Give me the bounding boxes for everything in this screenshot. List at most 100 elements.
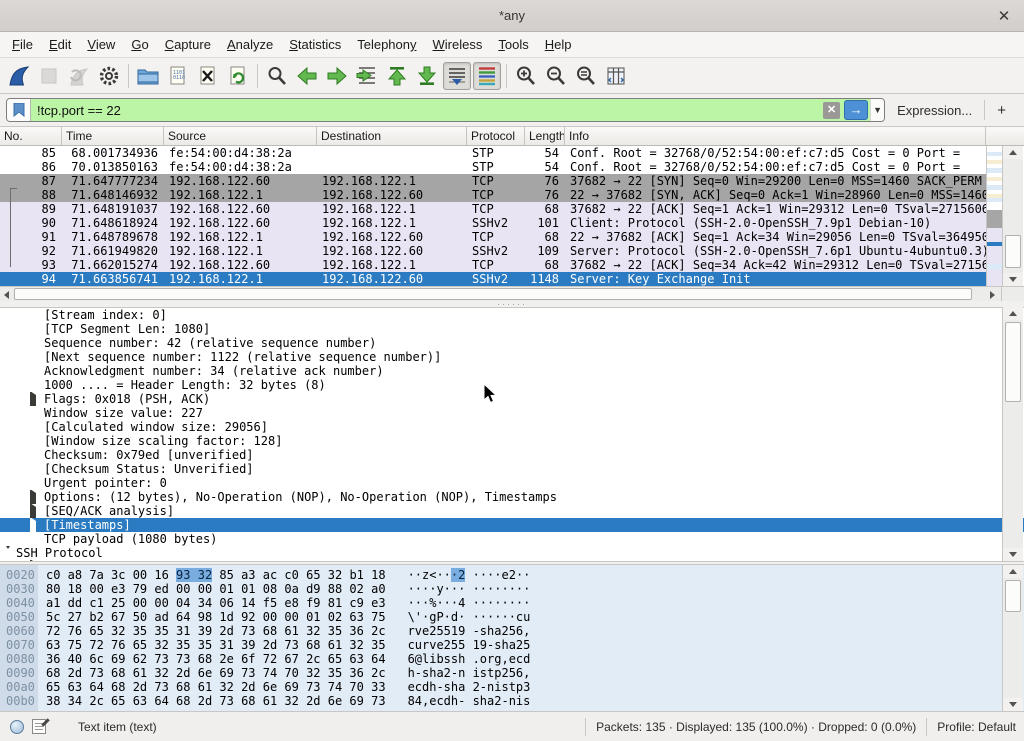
scroll-down-icon[interactable] <box>1003 273 1023 286</box>
packet-row-87[interactable]: 8771.647777234192.168.122.60192.168.122.… <box>0 174 986 188</box>
detail-row[interactable]: [Timestamps] <box>0 518 1024 532</box>
start-capture-icon[interactable] <box>5 62 33 90</box>
expander-closed-icon[interactable] <box>30 395 36 406</box>
menu-help[interactable]: Help <box>537 34 580 55</box>
detail-row[interactable]: Options: (12 bytes), No-Operation (NOP),… <box>0 490 1024 504</box>
hex-vscrollbar[interactable] <box>1002 565 1023 711</box>
packet-list-hscroll-thumb[interactable] <box>14 288 972 300</box>
column-header-destination[interactable]: Destination <box>317 127 467 145</box>
zoom-in-icon[interactable] <box>512 62 540 90</box>
hex-bytes[interactable]: 5c 27 b2 67 50 ad 64 98 1d 92 00 00 01 0… <box>46 610 386 624</box>
hex-ascii[interactable]: curve255 19-sha25 <box>408 638 531 652</box>
packet-row-85[interactable]: 8568.001734936fe:54:00:d4:38:2aSTP54Conf… <box>0 146 986 160</box>
packet-row-89[interactable]: 8971.648191037192.168.122.60192.168.122.… <box>0 202 986 216</box>
hex-row[interactable]: 00b038 34 2c 65 63 64 68 2d 73 68 61 32 … <box>0 694 1024 708</box>
menu-telephony[interactable]: Telephony <box>349 34 424 55</box>
hex-bytes[interactable]: 72 76 65 32 35 35 31 39 2d 73 68 61 32 3… <box>46 624 386 638</box>
scroll-down-icon[interactable] <box>1003 698 1023 711</box>
details-scroll-thumb[interactable] <box>1005 322 1021 402</box>
hex-ascii[interactable]: ····y··· ········ <box>408 582 531 596</box>
go-last-packet-icon[interactable] <box>413 62 441 90</box>
expander-closed-icon[interactable] <box>30 521 36 532</box>
capture-comment-icon[interactable] <box>32 719 46 734</box>
menu-capture[interactable]: Capture <box>157 34 219 55</box>
open-file-icon[interactable] <box>134 62 162 90</box>
hex-ascii[interactable]: ecdh-sha 2-nistp3 <box>408 680 531 694</box>
detail-row[interactable]: TCP payload (1080 bytes) <box>0 532 1024 546</box>
detail-row[interactable]: Flags: 0x018 (PSH, ACK) <box>0 392 1024 406</box>
hex-bytes[interactable]: 65 63 64 68 2d 73 68 61 32 2d 6e 69 73 7… <box>46 680 386 694</box>
detail-row[interactable]: Acknowledgment number: 34 (relative ack … <box>0 364 1024 378</box>
packet-row-88[interactable]: 8871.648146932192.168.122.1192.168.122.6… <box>0 188 986 202</box>
detail-row[interactable]: [Next sequence number: 1122 (relative se… <box>0 350 1024 364</box>
packet-list-scroll-thumb[interactable] <box>1005 235 1021 268</box>
detail-row[interactable]: Sequence number: 42 (relative sequence n… <box>0 336 1024 350</box>
go-to-packet-icon[interactable] <box>353 62 381 90</box>
menu-tools[interactable]: Tools <box>490 34 536 55</box>
capture-options-icon[interactable] <box>95 62 123 90</box>
column-header-length[interactable]: Length <box>525 127 565 145</box>
hex-row[interactable]: 009068 2d 73 68 61 32 2d 6e 69 73 74 70 … <box>0 666 1024 680</box>
expander-open-icon[interactable] <box>4 549 12 560</box>
expander-closed-icon[interactable] <box>30 493 36 504</box>
packet-list-vscrollbar[interactable] <box>1002 146 1023 286</box>
menu-wireless[interactable]: Wireless <box>425 34 491 55</box>
detail-row[interactable]: Checksum: 0x79ed [unverified] <box>0 448 1024 462</box>
filter-history-caret-icon[interactable]: ▼ <box>870 99 884 121</box>
hex-row[interactable]: 006072 76 65 32 35 35 31 39 2d 73 68 61 … <box>0 624 1024 638</box>
menu-file[interactable]: File <box>4 34 41 55</box>
menu-analyze[interactable]: Analyze <box>219 34 281 55</box>
colorize-packets-icon[interactable] <box>473 62 501 90</box>
bookmark-icon[interactable] <box>7 99 31 121</box>
intelligent-scrollbar-minimap[interactable] <box>986 146 1002 286</box>
hex-ascii[interactable]: h-sha2-n istp256, <box>408 666 531 680</box>
hex-row[interactable]: 00505c 27 b2 67 50 ad 64 98 1d 92 00 00 … <box>0 610 1024 624</box>
detail-row[interactable]: [SEQ/ACK analysis] <box>0 504 1024 518</box>
scroll-right-icon[interactable] <box>986 288 999 301</box>
packet-row-86[interactable]: 8670.013850163fe:54:00:d4:38:2aSTP54Conf… <box>0 160 986 174</box>
auto-scroll-icon[interactable] <box>443 62 471 90</box>
hex-ascii[interactable]: ···%···4 ········ <box>408 596 531 610</box>
menu-statistics[interactable]: Statistics <box>281 34 349 55</box>
column-header-info[interactable]: Info <box>565 127 986 145</box>
expert-info-icon[interactable] <box>10 720 24 734</box>
hex-row[interactable]: 00a065 63 64 68 2d 73 68 61 32 2d 6e 69 … <box>0 680 1024 694</box>
packet-row-92[interactable]: 9271.661949820192.168.122.1192.168.122.6… <box>0 244 986 258</box>
restart-capture-icon[interactable] <box>65 62 93 90</box>
packet-row-93[interactable]: 9371.662015274192.168.122.60192.168.122.… <box>0 258 986 272</box>
hex-bytes[interactable]: 68 2d 73 68 61 32 2d 6e 69 73 74 70 32 3… <box>46 666 386 680</box>
detail-row[interactable]: [Window size scaling factor: 128] <box>0 434 1024 448</box>
column-header-time[interactable]: Time <box>62 127 164 145</box>
expression-button[interactable]: Expression... <box>885 103 984 118</box>
hex-bytes[interactable]: 80 18 00 e3 79 ed 00 00 01 01 08 0a d9 8… <box>46 582 386 596</box>
hex-bytes[interactable]: c0 a8 7a 3c 00 16 93 32 85 a3 ac c0 65 3… <box>46 568 386 582</box>
hex-row[interactable]: 007063 75 72 76 65 32 35 35 31 39 2d 73 … <box>0 638 1024 652</box>
close-icon[interactable]: ✕ <box>994 6 1014 26</box>
apply-filter-icon[interactable]: → <box>844 100 868 120</box>
go-next-packet-icon[interactable] <box>323 62 351 90</box>
hex-ascii[interactable]: ··z<···2 ····e2·· <box>408 568 531 582</box>
packet-list-header[interactable]: No.TimeSourceDestinationProtocolLengthIn… <box>0 127 1024 146</box>
detail-row[interactable]: [Calculated window size: 29056] <box>0 420 1024 434</box>
go-first-packet-icon[interactable] <box>383 62 411 90</box>
column-header-source[interactable]: Source <box>164 127 317 145</box>
clear-filter-icon[interactable]: ✕ <box>823 102 840 119</box>
detail-row[interactable]: 1000 .... = Header Length: 32 bytes (8) <box>0 378 1024 392</box>
scroll-up-icon[interactable] <box>1003 565 1023 578</box>
close-file-icon[interactable] <box>194 62 222 90</box>
hex-bytes[interactable]: 63 75 72 76 65 32 35 35 31 39 2d 73 68 6… <box>46 638 386 652</box>
hex-ascii[interactable]: 84,ecdh- sha2-nis <box>408 694 531 708</box>
details-vscrollbar[interactable] <box>1002 307 1023 561</box>
detail-row[interactable]: [TCP Segment Len: 1080] <box>0 322 1024 336</box>
resize-columns-icon[interactable] <box>602 62 630 90</box>
scroll-left-icon[interactable] <box>0 288 13 301</box>
detail-row[interactable]: [Stream index: 0] <box>0 308 1024 322</box>
hex-ascii[interactable]: rve25519 -sha256, <box>408 624 531 638</box>
hex-row[interactable]: 008036 40 6c 69 62 73 73 68 2e 6f 72 67 … <box>0 652 1024 666</box>
menu-view[interactable]: View <box>79 34 123 55</box>
detail-row[interactable]: Urgent pointer: 0 <box>0 476 1024 490</box>
hex-scroll-thumb[interactable] <box>1005 580 1021 612</box>
scroll-up-icon[interactable] <box>1003 146 1023 159</box>
scroll-down-icon[interactable] <box>1003 548 1023 561</box>
go-previous-packet-icon[interactable] <box>293 62 321 90</box>
